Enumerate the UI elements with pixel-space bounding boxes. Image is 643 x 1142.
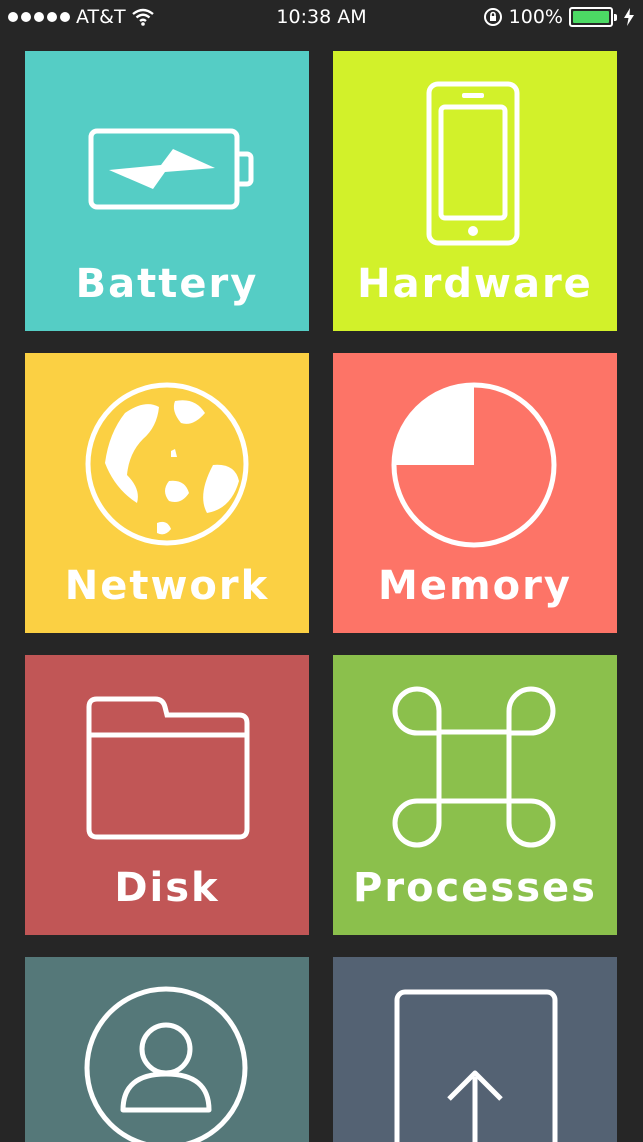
status-bar-right: 100% — [483, 6, 635, 28]
tile-hardware-label: Hardware — [357, 261, 593, 307]
battery-percent: 100% — [508, 6, 563, 28]
tile-processes[interactable]: Processes — [333, 655, 617, 935]
user-icon — [84, 986, 248, 1142]
tile-processes-label: Processes — [353, 865, 597, 911]
rotation-lock-icon — [483, 8, 502, 26]
wifi-icon — [131, 8, 154, 26]
tile-disk-label: Disk — [114, 865, 220, 911]
carrier-name: AT&T — [76, 6, 126, 28]
status-bar: AT&T 10:38 AM 100% — [0, 0, 643, 34]
tile-profile[interactable] — [25, 957, 309, 1142]
tile-memory[interactable]: Memory — [333, 353, 617, 633]
tile-disk[interactable]: Disk — [25, 655, 309, 935]
tile-battery[interactable]: Battery — [25, 51, 309, 331]
tile-network-label: Network — [64, 563, 270, 609]
signal-strength-icon — [8, 12, 70, 22]
tile-network[interactable]: Network — [25, 353, 309, 633]
tile-memory-label: Memory — [378, 563, 572, 609]
tile-share[interactable] — [333, 957, 617, 1142]
share-icon — [394, 989, 558, 1142]
battery-status-icon — [569, 7, 617, 27]
tile-battery-label: Battery — [75, 261, 259, 307]
clock: 10:38 AM — [276, 6, 367, 28]
charging-bolt-icon — [624, 8, 634, 26]
status-bar-left: AT&T — [8, 6, 154, 28]
tile-hardware[interactable]: Hardware — [333, 51, 617, 331]
